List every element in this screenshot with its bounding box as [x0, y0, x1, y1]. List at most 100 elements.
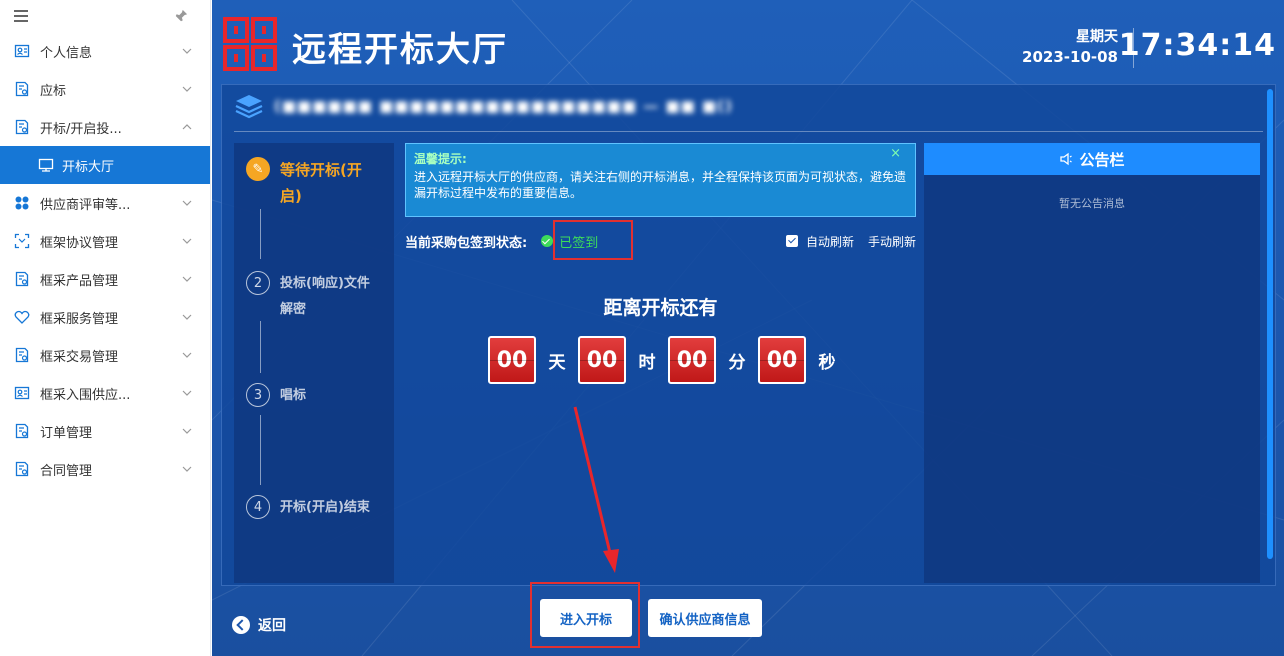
manual-refresh-link[interactable]: 手动刷新: [868, 233, 916, 250]
clock-text: 17:34:14: [1118, 28, 1276, 63]
sidebar-item-contracts[interactable]: 合同管理: [0, 450, 210, 488]
sidebar-item-label: 框采产品管理: [40, 273, 119, 289]
bid-hall-main: 远程开标大厅 星期天 2023-10-08 17:34:14 (■■■■■■ ■…: [212, 0, 1284, 656]
countdown-hours: 00: [578, 336, 626, 384]
document-seal-icon: [15, 461, 29, 477]
warm-tip-box: 温馨提示: 进入远程开标大厅的供应商，请关注右侧的开标消息，并全程保持该页面为可…: [405, 143, 916, 217]
sidebar-item-label: 框架协议管理: [40, 235, 119, 251]
chevron-down-icon: [182, 238, 192, 244]
sidebar-item-label: 开标/开启投...: [40, 121, 122, 137]
chevron-down-icon: [182, 314, 192, 320]
person-card-icon: [14, 44, 30, 58]
countdown-minutes: 00: [668, 336, 716, 384]
tip-body: 进入远程开标大厅的供应商，请关注右侧的开标消息，并全程保持该页面为可视状态，避免…: [414, 170, 907, 200]
chevron-down-icon: [182, 276, 192, 282]
sidebar-item-label: 应标: [40, 83, 67, 99]
step-number: 4: [246, 495, 270, 519]
chevron-down-icon: [182, 86, 192, 92]
step-finish: 4 开标(开启)结束: [246, 495, 400, 521]
scrollbar[interactable]: [1267, 89, 1273, 559]
frame-icon: [14, 233, 30, 249]
sidebar-item-label: 供应商评审等...: [40, 197, 131, 213]
chevron-down-icon: [182, 200, 192, 206]
step-waiting-open: ✎ 等待开标(开启): [246, 157, 380, 209]
step-label: 开标(开启)结束: [280, 500, 370, 515]
menu-toggle-icon[interactable]: [14, 10, 28, 22]
step-label: 投标(响应)文件解密: [280, 276, 370, 317]
step-connector: [260, 321, 261, 373]
page-title: 远程开标大厅: [292, 30, 508, 70]
sidebar-item-label: 个人信息: [40, 45, 93, 61]
sidebar-item-framework-agreement[interactable]: 框架协议管理: [0, 222, 210, 260]
sidebar-item-framework-services[interactable]: 框采服务管理: [0, 298, 210, 336]
sidebar-item-supplier-review[interactable]: 供应商评审等...: [0, 184, 210, 222]
countdown-timer: 00 天 00 时 00 分 00 秒: [488, 336, 848, 384]
sidebar-top: [0, 0, 210, 32]
sidebar-item-label: 框采服务管理: [40, 311, 119, 327]
project-title: (■■■■■■ ■■■■■■■■■■■■■■■■■ — ■■ ■(): [274, 97, 733, 115]
chevron-down-icon: [182, 466, 192, 472]
pin-icon[interactable]: [174, 9, 188, 23]
sidebar-item-orders[interactable]: 订单管理: [0, 412, 210, 450]
countdown-title: 距离开标还有: [603, 297, 718, 319]
tip-title: 温馨提示:: [414, 152, 467, 166]
highlight-box: [530, 582, 640, 648]
project-header: (■■■■■■ ■■■■■■■■■■■■■■■■■ — ■■ ■(): [234, 93, 733, 119]
step-number: 3: [246, 383, 270, 407]
countdown-seconds: 00: [758, 336, 806, 384]
sidebar: 个人信息 应标 开标/开启投... 开标大厅 供应商评审等... 框架协议管理: [0, 0, 211, 656]
step-connector: [260, 415, 261, 485]
step-number: 2: [246, 271, 270, 295]
sidebar-item-label: 订单管理: [40, 425, 93, 441]
step-bid-reading: 3 唱标: [246, 383, 380, 409]
annotation-arrow: [573, 406, 619, 573]
sidebar-item-bid-hall[interactable]: 开标大厅: [0, 146, 210, 184]
document-seal-icon: [15, 423, 29, 439]
sidebar-menu: 个人信息 应标 开标/开启投... 开标大厅 供应商评审等... 框架协议管理: [0, 32, 210, 488]
sidebar-item-label: 合同管理: [40, 463, 93, 479]
document-seal-icon: [15, 271, 29, 287]
auto-refresh-label[interactable]: 自动刷新: [806, 233, 854, 250]
logo-icon: [223, 17, 277, 71]
back-button[interactable]: 返回: [232, 615, 286, 635]
step-decrypt: 2 投标(响应)文件解密: [246, 271, 380, 323]
bulletin-header: 公告栏: [924, 143, 1260, 175]
bulletin-empty-text: 暂无公告消息: [1059, 197, 1125, 210]
chevron-down-icon: [182, 48, 192, 54]
sidebar-item-bid[interactable]: 应标: [0, 70, 210, 108]
weekday-text: 星期天: [1076, 29, 1118, 45]
refresh-controls: 自动刷新 手动刷新: [785, 233, 916, 250]
countdown-unit: 天: [548, 352, 566, 373]
close-icon[interactable]: ×: [890, 146, 901, 161]
chevron-down-icon: [182, 428, 192, 434]
person-card-icon: [14, 386, 30, 400]
back-arrow-icon: [232, 616, 250, 634]
sidebar-item-framework-products[interactable]: 框采产品管理: [0, 260, 210, 298]
back-label: 返回: [258, 618, 286, 634]
date-text: 2023-10-08: [1022, 48, 1118, 66]
divider: [234, 131, 1263, 132]
auto-refresh-checkbox[interactable]: [785, 235, 798, 247]
date-block: 星期天 2023-10-08: [1022, 26, 1118, 66]
progress-steps: ✎ 等待开标(开启) 2 投标(响应)文件解密 3 唱标 4 开标(开启)结束: [234, 143, 394, 583]
countdown-days: 00: [488, 336, 536, 384]
sidebar-item-label: 开标大厅: [62, 159, 115, 175]
check-circle-icon: [541, 235, 554, 247]
chevron-up-icon: [182, 124, 192, 130]
sidebar-item-framework-transactions[interactable]: 框采交易管理: [0, 336, 210, 374]
speaker-icon: [1060, 152, 1073, 166]
sidebar-item-label: 框采入围供应...: [40, 387, 131, 403]
heart-icon: [14, 310, 30, 324]
step-connector: [260, 209, 261, 259]
confirm-supplier-info-button[interactable]: 确认供应商信息: [648, 599, 762, 637]
sidebar-item-personal-info[interactable]: 个人信息: [0, 32, 210, 70]
chevron-down-icon: [182, 390, 192, 396]
signin-status-label: 当前采购包签到状态:: [405, 235, 528, 251]
monitor-icon: [38, 158, 54, 172]
bid-panel: (■■■■■■ ■■■■■■■■■■■■■■■■■ — ■■ ■() ✎ 等待开…: [221, 84, 1276, 586]
countdown-unit: 时: [638, 352, 656, 373]
sidebar-item-framework-suppliers[interactable]: 框采入围供应...: [0, 374, 210, 412]
bulletin-board: 公告栏 暂无公告消息: [924, 143, 1260, 583]
sidebar-item-bid-opening[interactable]: 开标/开启投...: [0, 108, 210, 146]
countdown-unit: 分: [728, 352, 746, 373]
